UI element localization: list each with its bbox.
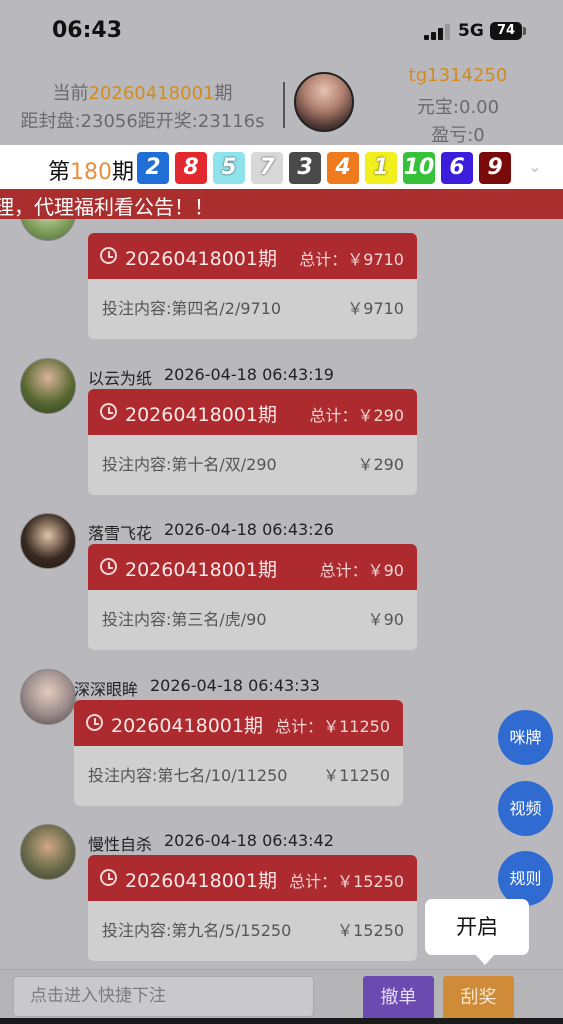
result-ball: 9 — [479, 152, 511, 184]
bet-card-header: 20260418001期 总计：￥9710 — [88, 233, 417, 279]
bet-amount: ￥11250 — [323, 766, 390, 785]
app-screen: 06:43 5G 74 当前20260418001期 距封盘:23056距开奖:… — [0, 0, 563, 1024]
bet-card-header: 20260418001期 总计：￥290 — [88, 389, 417, 435]
message-time: 2026-04-18 06:43:19 — [164, 365, 334, 384]
bet-amount: ￥90 — [367, 610, 404, 629]
sender-name: 慢性自杀 — [88, 835, 153, 854]
bet-card[interactable]: 20260418001期 总计：￥290 投注内容:第十名/双/290 ￥290 — [88, 389, 417, 495]
battery-tip — [523, 27, 526, 35]
bet-issue: 20260418001期 — [125, 559, 277, 581]
result-ball: 6 — [441, 152, 473, 184]
bet-card[interactable]: 20260418001期 总计：￥9710 投注内容:第四名/2/9710 ￥9… — [88, 233, 417, 339]
username: tg1314250 — [408, 65, 508, 86]
bottom-bar: 点击进入快捷下注 撤单 刮奖 — [0, 969, 563, 1024]
bet-content: 投注内容:第九名/5/15250 — [102, 921, 292, 940]
marquee-text: 理，代理福利看公告！！ — [0, 195, 214, 219]
result-ball: 7 — [251, 152, 283, 184]
user-avatar[interactable] — [294, 72, 354, 132]
bet-card-header: 20260418001期 总计：￥11250 — [74, 700, 403, 746]
balance: 元宝:0.00 — [416, 97, 500, 118]
battery-icon: 74 — [490, 22, 522, 40]
sender-name: 落雪飞花 — [88, 524, 153, 543]
bet-content: 投注内容:第七名/10/11250 — [88, 766, 288, 785]
sender-avatar[interactable] — [20, 824, 76, 880]
notice-marquee[interactable]: 理，代理福利看公告！！ — [0, 189, 563, 219]
bet-card[interactable]: 20260418001期 总计：￥11250 投注内容:第七名/10/11250… — [74, 700, 403, 806]
bet-issue: 20260418001期 — [111, 715, 263, 737]
sender-avatar[interactable] — [20, 669, 76, 725]
bet-issue: 20260418001期 — [125, 404, 277, 426]
sender-name: 以云为纸 — [88, 369, 153, 388]
divider — [283, 82, 285, 128]
bet-issue: 20260418001期 — [125, 248, 277, 270]
clock-icon — [100, 869, 117, 886]
chevron-down-icon[interactable]: ⌄ — [528, 157, 541, 176]
chat-feed[interactable]: 20260418001期 总计：￥9710 投注内容:第四名/2/9710 ￥9… — [0, 219, 563, 969]
clock-icon — [86, 714, 103, 731]
bet-total: 总计：￥11250 — [275, 717, 390, 736]
chat-message: 深深眼眸 2026-04-18 06:43:33 20260418001期 总计… — [0, 669, 563, 820]
bet-card[interactable]: 20260418001期 总计：￥90 投注内容:第三名/虎/90 ￥90 — [88, 544, 417, 650]
bet-total: 总计：￥9710 — [299, 250, 404, 269]
signal-icon — [424, 24, 452, 40]
bet-amount: ￥9710 — [347, 299, 404, 318]
clock-icon — [100, 558, 117, 575]
bet-content: 投注内容:第三名/虎/90 — [102, 610, 267, 629]
cancel-bet-button[interactable]: 撤单 — [363, 976, 434, 1020]
bet-total: 总计：￥15250 — [289, 872, 404, 891]
status-time: 06:43 — [52, 18, 123, 43]
result-ball: 10 — [403, 152, 435, 184]
countdown: 距封盘:23056距开奖:23116s — [20, 111, 265, 132]
tooltip-arrow — [474, 953, 496, 965]
mipai-button[interactable]: 咪牌 — [498, 710, 553, 765]
network-label: 5G — [458, 21, 484, 41]
result-ball: 1 — [365, 152, 397, 184]
bet-issue: 20260418001期 — [125, 870, 277, 892]
bet-content: 投注内容:第四名/2/9710 — [102, 299, 282, 318]
home-indicator — [0, 1018, 563, 1024]
bet-total: 总计：￥290 — [309, 406, 404, 425]
result-ball: 2 — [137, 152, 169, 184]
status-bar: 06:43 5G 74 — [0, 0, 563, 60]
current-period: 当前20260418001期 — [52, 83, 233, 104]
result-ball: 8 — [175, 152, 207, 184]
header-info: 当前20260418001期 距封盘:23056距开奖:23116s tg131… — [0, 60, 563, 146]
scratch-button[interactable]: 刮奖 — [443, 976, 514, 1020]
bet-amount: ￥15250 — [337, 921, 404, 940]
rules-button[interactable]: 规则 — [498, 851, 553, 906]
profit-loss: 盈亏:0 — [431, 125, 485, 146]
chat-message: 20260418001期 总计：￥9710 投注内容:第四名/2/9710 ￥9… — [0, 219, 563, 353]
open-tooltip[interactable]: 开启 — [425, 899, 529, 955]
bet-card-header: 20260418001期 总计：￥15250 — [88, 855, 417, 901]
chat-message: 落雪飞花 2026-04-18 06:43:26 20260418001期 总计… — [0, 513, 563, 664]
clock-icon — [100, 403, 117, 420]
message-time: 2026-04-18 06:43:42 — [164, 831, 334, 850]
bet-content: 投注内容:第十名/双/290 — [102, 455, 277, 474]
bet-card[interactable]: 20260418001期 总计：￥15250 投注内容:第九名/5/15250 … — [88, 855, 417, 961]
last-result-bar[interactable]: 第180期 2 8 5 7 3 4 1 10 6 9 ⌄ — [0, 145, 563, 189]
result-ball: 3 — [289, 152, 321, 184]
clock-icon — [100, 247, 117, 264]
video-button[interactable]: 视频 — [498, 781, 553, 836]
sender-name: 深深眼眸 — [74, 680, 139, 699]
message-time: 2026-04-18 06:43:26 — [164, 520, 334, 539]
sender-avatar[interactable] — [20, 358, 76, 414]
result-ball: 4 — [327, 152, 359, 184]
sender-avatar[interactable] — [20, 219, 76, 241]
sender-avatar[interactable] — [20, 513, 76, 569]
result-issue: 第180期 — [48, 160, 135, 185]
result-ball: 5 — [213, 152, 245, 184]
quick-bet-input[interactable]: 点击进入快捷下注 — [13, 976, 314, 1017]
bet-total: 总计：￥90 — [319, 561, 404, 580]
chat-message: 以云为纸 2026-04-18 06:43:19 20260418001期 总计… — [0, 358, 563, 509]
bet-amount: ￥290 — [357, 455, 404, 474]
message-time: 2026-04-18 06:43:33 — [150, 676, 320, 695]
bet-card-header: 20260418001期 总计：￥90 — [88, 544, 417, 590]
